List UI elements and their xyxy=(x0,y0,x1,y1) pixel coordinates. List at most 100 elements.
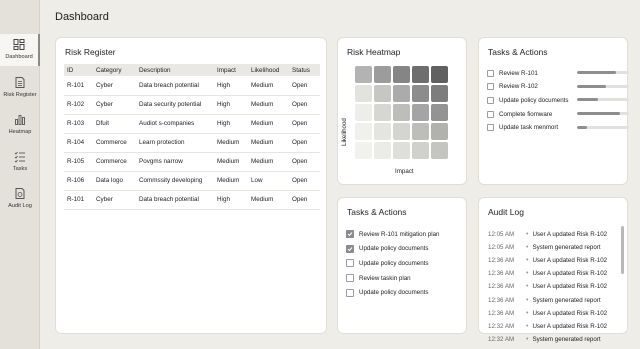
tasks-top-card: Tasks & Actions Review R-101 Review R-102… xyxy=(478,37,629,185)
table-cell: Medium xyxy=(214,152,248,172)
heatmap-cell[interactable] xyxy=(374,123,391,140)
heatmap-cell[interactable] xyxy=(393,104,410,121)
task-item[interactable]: Update policy documents xyxy=(346,244,428,254)
audit-text: System generated report xyxy=(532,243,601,251)
task-item[interactable]: Review taskin plan xyxy=(346,273,411,283)
table-row[interactable]: R-105 Commerce Povgms narrow Medium Medium Op… xyxy=(64,152,320,172)
table-cell: Open xyxy=(289,95,320,115)
task-item[interactable]: Update policy documents xyxy=(487,95,637,105)
task-progress-bar xyxy=(577,71,629,74)
column-header[interactable]: Status xyxy=(289,64,320,76)
audit-text: System generated report xyxy=(532,336,601,344)
heatmap-cell[interactable] xyxy=(412,142,429,159)
task-checkbox[interactable] xyxy=(346,259,354,268)
heatmap-grid xyxy=(355,66,448,159)
task-label: Update policy documents xyxy=(359,289,429,297)
heatmap-cell[interactable] xyxy=(355,123,372,140)
task-checkbox[interactable] xyxy=(487,69,494,77)
task-label: Review taskin plan xyxy=(359,274,411,282)
heatmap-cell[interactable] xyxy=(374,66,391,83)
task-label: Complete fiomware xyxy=(499,110,553,118)
table-row[interactable]: R-102 Cyber Data security potential High Med… xyxy=(64,95,320,115)
heatmap-cell[interactable] xyxy=(412,123,429,140)
task-checkbox[interactable] xyxy=(346,274,354,283)
sidebar-item-heatmap[interactable]: Heatmap xyxy=(0,109,40,141)
bullet-icon: • xyxy=(526,283,529,291)
heatmap-cell[interactable] xyxy=(393,85,410,102)
task-checkbox[interactable] xyxy=(487,96,494,104)
heatmap-cell[interactable] xyxy=(431,85,448,102)
task-item[interactable]: Review R-102 xyxy=(487,82,637,92)
table-row[interactable]: R-101 Cyber Data breach potential High Mediu… xyxy=(64,190,320,210)
audit-text: User A updated Risk R-102 xyxy=(532,322,608,330)
bullet-icon: • xyxy=(526,322,529,330)
heatmap-cell[interactable] xyxy=(393,142,410,159)
task-progress-bar xyxy=(577,98,629,102)
task-checkbox[interactable] xyxy=(487,124,494,132)
table-row[interactable]: R-104 Commerce Learn protection Medium Mediu… xyxy=(64,133,320,153)
bullet-icon: • xyxy=(526,230,529,238)
task-checkbox-checked[interactable] xyxy=(346,230,354,238)
audit-log-entry: 12:05 AM • System generated report xyxy=(488,242,601,252)
heatmap-cell[interactable] xyxy=(412,85,429,102)
table-cell: Commerce xyxy=(93,133,136,153)
table-row[interactable]: R-101 Cyber Data breach potential High Mediu… xyxy=(64,76,320,96)
heatmap-cell[interactable] xyxy=(355,66,372,83)
task-item[interactable]: Review R-101 xyxy=(487,68,637,78)
sidebar: Dashboard Risk Register Heatmap Tasks Au… xyxy=(0,0,40,349)
heatmap-cell[interactable] xyxy=(355,142,372,159)
task-label: Update policy documents xyxy=(359,245,429,253)
heatmap-cell[interactable] xyxy=(431,104,448,121)
sidebar-item-dashboard[interactable]: Dashboard xyxy=(0,34,40,66)
log-icon xyxy=(15,188,25,199)
sidebar-item-risk-register[interactable]: Risk Register xyxy=(0,72,40,104)
audit-text: User A updated Risk R-102 xyxy=(532,283,608,291)
task-label: Update policy documents xyxy=(499,96,569,104)
heatmap-cell[interactable] xyxy=(431,123,448,140)
heatmap-cell[interactable] xyxy=(393,123,410,140)
table-cell: Medium xyxy=(248,190,289,210)
document-icon xyxy=(15,77,25,88)
task-item[interactable]: Update policy documents xyxy=(346,288,428,298)
heatmap-cell[interactable] xyxy=(374,85,391,102)
heatmap-cell[interactable] xyxy=(393,66,410,83)
audit-log-entry: 12:32 AM • User A updated Risk R-102 xyxy=(488,321,607,331)
audit-time: 12:36 AM xyxy=(488,270,515,278)
table-cell: High xyxy=(214,190,248,210)
task-checkbox[interactable] xyxy=(487,110,494,118)
heatmap-cell[interactable] xyxy=(355,85,372,102)
sidebar-item-audit-log[interactable]: Audit Log xyxy=(0,183,40,215)
column-header[interactable]: ID xyxy=(64,64,93,76)
heatmap-cell[interactable] xyxy=(431,66,448,83)
heatmap-cell[interactable] xyxy=(374,104,391,121)
audit-text: User A updated Risk R-102 xyxy=(532,230,608,238)
heatmap-cell[interactable] xyxy=(355,104,372,121)
task-checkbox[interactable] xyxy=(487,83,494,91)
task-item[interactable]: Update policy documents xyxy=(346,258,428,268)
audit-log-scrollbar[interactable] xyxy=(621,226,624,274)
table-row[interactable]: R-103 Dfuit Audiot s-companies High Medium Op… xyxy=(64,114,320,134)
column-header[interactable]: Description xyxy=(136,64,214,76)
heatmap-cell[interactable] xyxy=(412,66,429,83)
task-checkbox-checked[interactable] xyxy=(346,244,354,253)
table-row[interactable]: R-106 Data logo Commssity developing Medium… xyxy=(64,171,320,191)
table-cell: Cyber xyxy=(93,76,136,96)
column-header[interactable]: Likelihood xyxy=(248,64,289,76)
task-item[interactable]: Update task menmort xyxy=(487,123,637,133)
table-cell: Data logo xyxy=(93,171,136,191)
audit-time: 12:05 AM xyxy=(488,230,515,238)
table-cell: R-101 xyxy=(64,190,93,210)
column-header[interactable]: Category xyxy=(93,64,136,76)
audit-log-entry: 12:36 AM • User A updated Risk R-102 xyxy=(488,269,607,279)
heatmap-cell[interactable] xyxy=(431,142,448,159)
heatmap-cell[interactable] xyxy=(374,142,391,159)
table-cell: Medium xyxy=(248,133,289,153)
heatmap-cell[interactable] xyxy=(412,104,429,121)
sidebar-item-tasks[interactable]: Tasks xyxy=(0,146,40,178)
column-header[interactable]: Impact xyxy=(214,64,248,76)
task-checkbox[interactable] xyxy=(346,288,354,297)
task-item[interactable]: Review R-101 mitigation plan xyxy=(346,229,439,239)
task-item[interactable]: Complete fiomware xyxy=(487,109,637,119)
task-progress-fill xyxy=(577,98,598,102)
risk-register-title: Risk Register xyxy=(65,47,116,57)
